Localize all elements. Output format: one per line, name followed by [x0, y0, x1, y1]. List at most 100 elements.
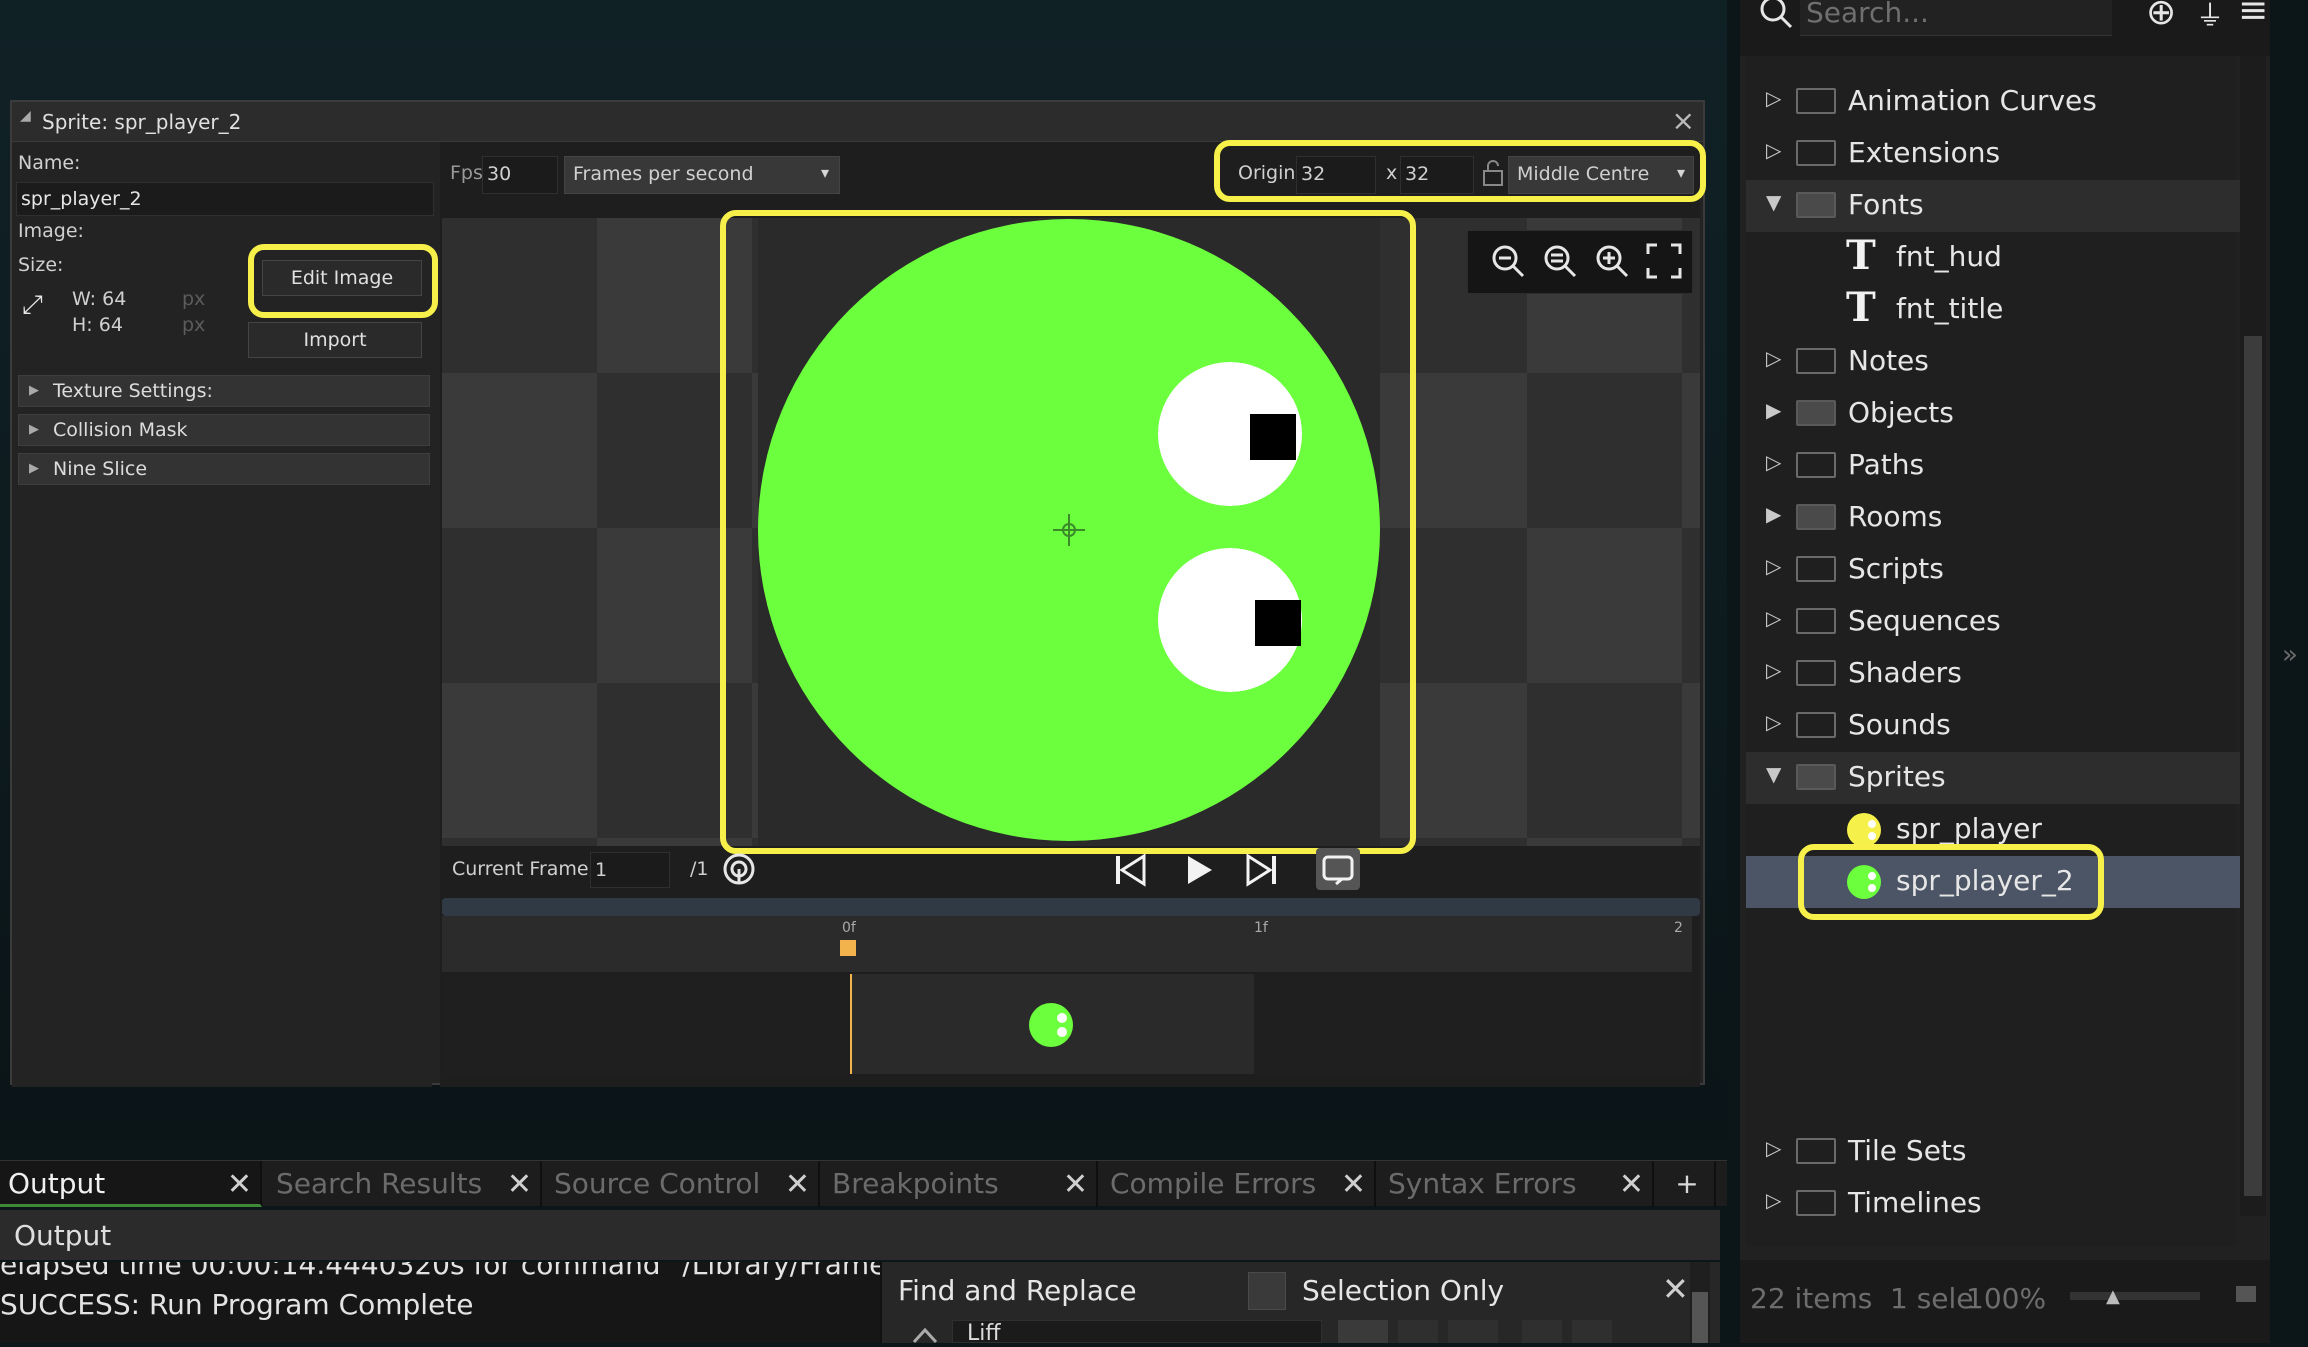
close-find-icon[interactable]: ✕: [1662, 1270, 1689, 1308]
close-tab-icon[interactable]: ✕: [785, 1167, 810, 1202]
tree-folder-tile-sets[interactable]: ▷ Tile Sets: [1746, 1126, 2246, 1178]
find-input[interactable]: Liff: [952, 1320, 1322, 1343]
filter-icon[interactable]: ⏚: [2196, 0, 2224, 34]
next-match-icon[interactable]: [1572, 1320, 1612, 1343]
nine-slice-section[interactable]: ▶ Nine Slice: [18, 453, 430, 485]
skip-to-end-icon[interactable]: [1242, 850, 1282, 890]
tree-folder-sprites[interactable]: ▼ Sprites: [1746, 752, 2246, 804]
scrollbar-thumb[interactable]: [2244, 336, 2262, 1196]
sprite-name-field[interactable]: spr_player_2: [16, 182, 434, 216]
tab-label: Source Control: [554, 1167, 761, 1200]
tree-folder-extensions[interactable]: ▷ Extensions: [1746, 128, 2246, 180]
texture-settings-section[interactable]: ▶ Texture Settings:: [18, 375, 430, 407]
menu-icon[interactable]: ≡: [2238, 0, 2268, 31]
folder-icon: [1796, 400, 1836, 426]
close-tab-icon[interactable]: ✕: [1063, 1167, 1088, 1202]
fps-mode-dropdown[interactable]: Frames per second ▾: [564, 156, 840, 194]
tree-folder-sounds[interactable]: ▷ Sounds: [1746, 700, 2246, 752]
loop-icon[interactable]: [1316, 848, 1360, 890]
expand-panel-icon[interactable]: »: [2282, 640, 2298, 670]
tab-compile-errors[interactable]: Compile Errors ✕: [1102, 1161, 1376, 1207]
asset-search-input[interactable]: Search...: [1800, 0, 2112, 36]
tab-breakpoints[interactable]: Breakpoints ✕: [824, 1161, 1098, 1207]
tree-folder-objects[interactable]: ▶ Objects: [1746, 388, 2246, 440]
current-frame-value: 1: [595, 859, 608, 881]
fit-to-screen-icon[interactable]: [1644, 241, 1684, 281]
timeline-mark-2: 2: [1674, 920, 1683, 936]
tab-source-control[interactable]: Source Control ✕: [546, 1161, 820, 1207]
search-icon: [1756, 0, 1796, 34]
expand-arrow-icon: ▷: [1766, 450, 1782, 474]
selected-count: 1 sele: [1890, 1282, 1974, 1315]
tree-folder-paths[interactable]: ▷ Paths: [1746, 440, 2246, 492]
zoom-reset-icon[interactable]: [1540, 241, 1580, 281]
timeline-mark-1: 1f: [1254, 920, 1268, 936]
grid-view-icon[interactable]: [2236, 1286, 2256, 1302]
regex-icon[interactable]: [1398, 1320, 1438, 1343]
height-value: H: 64: [72, 314, 123, 336]
find-scrollbar[interactable]: [1690, 1262, 1710, 1343]
fps-input[interactable]: 30: [482, 156, 558, 194]
match-case-icon[interactable]: [1448, 1320, 1498, 1343]
tab-search-results[interactable]: Search Results ✕: [268, 1161, 542, 1207]
previous-match-icon[interactable]: [1522, 1320, 1562, 1343]
folder-icon: [1796, 348, 1836, 374]
find-scrollbar-thumb[interactable]: [1692, 1292, 1708, 1343]
close-tab-icon[interactable]: ✕: [227, 1167, 252, 1202]
zoom-out-icon[interactable]: [1488, 241, 1528, 281]
zoom-slider[interactable]: ▲: [2070, 1286, 2200, 1307]
selection-only-checkbox[interactable]: [1248, 1272, 1286, 1310]
expand-arrow-icon: ▶: [1766, 502, 1782, 526]
close-tab-icon[interactable]: ✕: [1341, 1167, 1366, 1202]
tree-folder-scripts[interactable]: ▷ Scripts: [1746, 544, 2246, 596]
folder-icon: [1796, 1138, 1836, 1164]
tree-folder-rooms[interactable]: ▶ Rooms: [1746, 492, 2246, 544]
onion-skin-icon[interactable]: [722, 852, 756, 886]
tree-label: Tile Sets: [1848, 1134, 1967, 1167]
resize-icon[interactable]: ⤢: [22, 290, 43, 321]
close-tab-icon[interactable]: ✕: [507, 1167, 532, 1202]
tree-folder-notes[interactable]: ▷ Notes: [1746, 336, 2246, 388]
close-window-icon[interactable]: ×: [1672, 104, 1695, 137]
tree-label: Animation Curves: [1848, 84, 2097, 117]
tree-folder-sequences[interactable]: ▷ Sequences: [1746, 596, 2246, 648]
tab-label: Syntax Errors: [1388, 1167, 1577, 1200]
tree-folder-fonts[interactable]: ▼ Fonts: [1746, 180, 2246, 232]
frame-cell[interactable]: [852, 974, 1254, 1074]
close-tab-icon[interactable]: ✕: [1619, 1167, 1644, 1202]
play-icon[interactable]: [1178, 850, 1218, 890]
edit-image-highlight: [248, 244, 438, 318]
find-input-value: Liff: [967, 1321, 1001, 1343]
collision-mask-section[interactable]: ▶ Collision Mask: [18, 414, 430, 446]
add-tab-button[interactable]: +: [1660, 1161, 1716, 1207]
tree-item-fnt-hud[interactable]: T fnt_hud: [1746, 232, 2246, 284]
item-count: 22 items: [1750, 1282, 1873, 1315]
tree-item-fnt-title[interactable]: T fnt_title: [1746, 284, 2246, 336]
add-asset-icon[interactable]: ⊕: [2146, 0, 2176, 33]
zoom-toolbar: [1467, 230, 1693, 294]
current-frame-input[interactable]: 1: [590, 852, 670, 888]
import-button[interactable]: Import: [248, 322, 422, 358]
timeline-scrubber[interactable]: [442, 898, 1700, 916]
collapse-arrow-icon[interactable]: [912, 1322, 938, 1344]
image-label: Image:: [18, 220, 84, 242]
playhead-marker[interactable]: [840, 940, 856, 956]
timeline-ruler[interactable]: 0f 1f 2: [442, 916, 1692, 972]
tab-syntax-errors[interactable]: Syntax Errors ✕: [1380, 1161, 1654, 1207]
tree-label: Sequences: [1848, 604, 2001, 637]
tree-folder-shaders[interactable]: ▷ Shaders: [1746, 648, 2246, 700]
expand-arrow-icon: ▷: [1766, 710, 1782, 734]
tab-output[interactable]: Output ✕: [0, 1161, 262, 1207]
zoom-slider-handle-icon[interactable]: ▲: [2106, 1286, 2120, 1307]
zoom-in-icon[interactable]: [1592, 241, 1632, 281]
font-asset-icon: T: [1846, 232, 1876, 279]
skip-to-start-icon[interactable]: [1110, 850, 1150, 890]
tree-folder-animation-curves[interactable]: ▷ Animation Curves: [1746, 76, 2246, 128]
tree-label: Objects: [1848, 396, 1954, 429]
folder-open-icon: [1796, 764, 1836, 790]
tree-folder-timelines[interactable]: ▷ Timelines: [1746, 1178, 2246, 1230]
sprite-window-titlebar[interactable]: ◢ Sprite: spr_player_2 ×: [12, 102, 1703, 142]
asset-tree-scrollbar[interactable]: [2240, 56, 2266, 1216]
folder-icon: [1796, 88, 1836, 114]
find-option-button[interactable]: [1338, 1320, 1388, 1343]
